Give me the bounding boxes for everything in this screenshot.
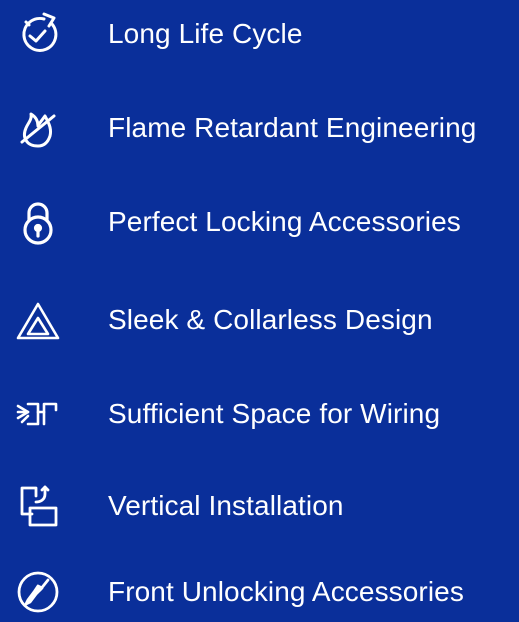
feature-label: Flame Retardant Engineering [108, 112, 477, 143]
stopwatch-cycle-icon [16, 12, 60, 56]
padlock-icon [16, 200, 60, 245]
screwdriver-icon [16, 570, 60, 614]
vertical-install-icon [16, 484, 60, 528]
no-flame-icon [16, 106, 60, 150]
feature-label: Front Unlocking Accessories [108, 576, 464, 607]
feature-list: Long Life Cycle Flame Retardant Engineer… [0, 0, 519, 613]
feature-item-sleek-design: Sleek & Collarless Design [0, 290, 519, 350]
feature-item-flame-retardant: Flame Retardant Engineering [0, 98, 519, 158]
wiring-space-icon [16, 392, 60, 436]
feature-label: Sleek & Collarless Design [108, 304, 433, 335]
feature-label: Long Life Cycle [108, 18, 303, 49]
feature-item-long-life-cycle: Long Life Cycle [0, 4, 519, 64]
feature-item-wiring-space: Sufficient Space for Wiring [0, 384, 519, 444]
feature-item-vertical-install: Vertical Installation [0, 476, 519, 536]
feature-label: Perfect Locking Accessories [108, 206, 461, 237]
feature-label: Sufficient Space for Wiring [108, 398, 441, 429]
feature-item-perfect-locking: Perfect Locking Accessories [0, 192, 519, 252]
triangle-icon [16, 298, 60, 342]
feature-label: Vertical Installation [108, 490, 344, 521]
feature-item-front-unlocking: Front Unlocking Accessories [0, 562, 519, 622]
